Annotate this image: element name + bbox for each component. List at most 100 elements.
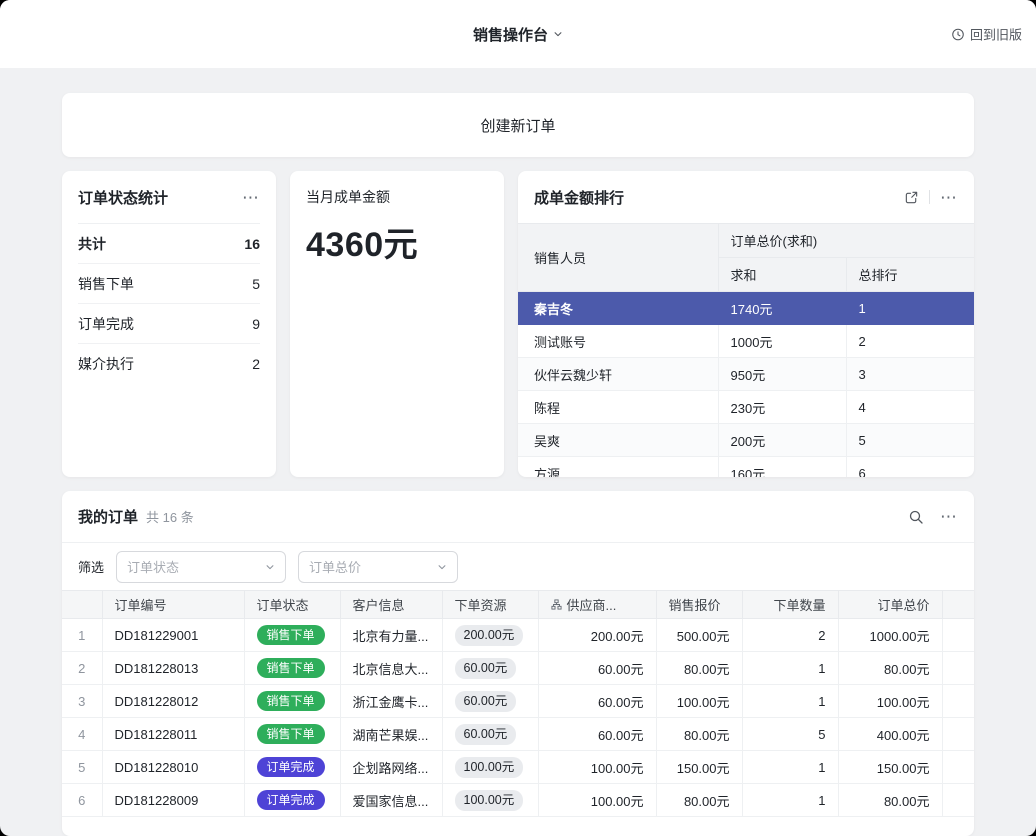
workspace-switcher[interactable]: 销售操作台 bbox=[473, 24, 563, 45]
rank-row[interactable]: 测试账号 1000元 2 bbox=[518, 325, 974, 358]
rank-person: 吴爽 bbox=[518, 424, 718, 457]
qty-cell: 2 bbox=[742, 619, 838, 652]
total-cell: 1000.00元 bbox=[838, 619, 942, 652]
quote-cell: 80.00元 bbox=[656, 784, 742, 817]
rank-sum: 950元 bbox=[718, 358, 846, 391]
row-number: 1 bbox=[62, 619, 102, 652]
rank-row[interactable]: 吴爽 200元 5 bbox=[518, 424, 974, 457]
supplier-cell: 60.00元 bbox=[538, 718, 656, 751]
row-number: 5 bbox=[62, 751, 102, 784]
rank-row[interactable]: 伙伴云魏少轩 950元 3 bbox=[518, 358, 974, 391]
rank-sum: 1000元 bbox=[718, 325, 846, 358]
stat-row[interactable]: 销售下单 5 bbox=[78, 264, 260, 304]
resource-cell: 60.00元 bbox=[442, 652, 538, 685]
order-status-filter-placeholder: 订单状态 bbox=[127, 557, 179, 576]
my-orders-card: 我的订单 共 16 条 ⋯ 筛选 订单状态 订单总价 bbox=[62, 491, 974, 836]
open-in-new-icon[interactable] bbox=[904, 190, 919, 205]
qty-cell: 5 bbox=[742, 718, 838, 751]
total-cell: 80.00元 bbox=[838, 784, 942, 817]
qty-cell: 1 bbox=[742, 685, 838, 718]
total-cell: 400.00元 bbox=[838, 718, 942, 751]
ranking-table: 销售人员 订单总价(求和) 求和 总排行 秦吉冬 1740元 1 bbox=[518, 223, 974, 477]
ranking-title: 成单金额排行 bbox=[534, 187, 624, 208]
supplier-cell: 200.00元 bbox=[538, 619, 656, 652]
total-cell: 80.00元 bbox=[838, 652, 942, 685]
resource-chip: 60.00元 bbox=[455, 658, 517, 679]
rank-row[interactable]: 陈程 230元 4 bbox=[518, 391, 974, 424]
status-cell: 销售下单 bbox=[244, 652, 340, 685]
status-cell: 销售下单 bbox=[244, 718, 340, 751]
rank-sum: 230元 bbox=[718, 391, 846, 424]
rank-person: 测试账号 bbox=[518, 325, 718, 358]
stats-row: 订单状态统计 ⋯ 共计 16 销售下单 5 订单完成 9 bbox=[62, 171, 974, 477]
col-header-supplier: 供应商... bbox=[538, 591, 656, 619]
order-row[interactable]: 2 DD181228013 销售下单 北京信息大... 60.00元 60.00… bbox=[62, 652, 974, 685]
my-orders-title: 我的订单 bbox=[78, 506, 138, 527]
stat-row[interactable]: 订单完成 9 bbox=[78, 304, 260, 344]
customer-cell: 浙江金鹰卡... bbox=[340, 685, 442, 718]
col-header-sum: 求和 bbox=[718, 258, 846, 292]
quote-cell: 80.00元 bbox=[656, 652, 742, 685]
order-row[interactable]: 5 DD181228010 订单完成 企划路网络... 100.00元 100.… bbox=[62, 751, 974, 784]
quote-cell: 80.00元 bbox=[656, 718, 742, 751]
order-row[interactable]: 1 DD181229001 销售下单 北京有力量... 200.00元 200.… bbox=[62, 619, 974, 652]
stat-row-total[interactable]: 共计 16 bbox=[78, 224, 260, 264]
stat-value: 5 bbox=[252, 276, 260, 292]
supplier-cell: 60.00元 bbox=[538, 685, 656, 718]
back-to-old-version-link[interactable]: 回到旧版 bbox=[951, 25, 1022, 44]
status-cell: 订单完成 bbox=[244, 784, 340, 817]
month-amount-card: 当月成单金额 4360元 bbox=[290, 171, 504, 477]
supplier-cell: 60.00元 bbox=[538, 652, 656, 685]
col-header-qty: 下单数量 bbox=[742, 591, 838, 619]
order-status-stats-title: 订单状态统计 bbox=[78, 187, 168, 208]
rank-row[interactable]: 秦吉冬 1740元 1 bbox=[518, 292, 974, 325]
stub-cell bbox=[942, 652, 974, 685]
supplier-cell: 100.00元 bbox=[538, 751, 656, 784]
stat-label: 媒介执行 bbox=[78, 354, 134, 374]
col-header-customer: 客户信息 bbox=[340, 591, 442, 619]
col-header-quote: 销售报价 bbox=[656, 591, 742, 619]
rank-row[interactable]: 方源 160元 6 bbox=[518, 457, 974, 478]
back-to-old-version-label: 回到旧版 bbox=[970, 25, 1022, 44]
more-menu-icon[interactable]: ⋯ bbox=[940, 508, 958, 525]
resource-chip: 60.00元 bbox=[455, 724, 517, 745]
top-bar: 销售操作台 回到旧版 bbox=[0, 0, 1036, 68]
dashboard-content: 创建新订单 订单状态统计 ⋯ 共计 16 销售下单 5 bbox=[0, 68, 1036, 836]
order-row[interactable]: 6 DD181228009 订单完成 爱国家信息... 100.00元 100.… bbox=[62, 784, 974, 817]
rank-sum: 1740元 bbox=[718, 292, 846, 325]
resource-chip: 100.00元 bbox=[455, 790, 524, 811]
restore-icon bbox=[951, 27, 965, 41]
chevron-down-icon bbox=[437, 562, 447, 572]
resource-cell: 100.00元 bbox=[442, 784, 538, 817]
stub-cell bbox=[942, 685, 974, 718]
filter-bar: 筛选 订单状态 订单总价 bbox=[62, 543, 974, 590]
stub-cell bbox=[942, 751, 974, 784]
stat-row[interactable]: 媒介执行 2 bbox=[78, 344, 260, 384]
order-row[interactable]: 4 DD181228011 销售下单 湖南芒果娱... 60.00元 60.00… bbox=[62, 718, 974, 751]
status-cell: 订单完成 bbox=[244, 751, 340, 784]
more-menu-icon[interactable]: ⋯ bbox=[242, 189, 260, 206]
orders-table: 订单编号 订单状态 客户信息 下单资源 供应商... 销售报价 下单数量 订单 bbox=[62, 590, 974, 817]
row-number: 3 bbox=[62, 685, 102, 718]
rank-position: 1 bbox=[846, 292, 974, 325]
col-header-stub bbox=[942, 591, 974, 619]
resource-cell: 60.00元 bbox=[442, 685, 538, 718]
supplier-cell: 100.00元 bbox=[538, 784, 656, 817]
rank-person: 伙伴云魏少轩 bbox=[518, 358, 718, 391]
rank-position: 5 bbox=[846, 424, 974, 457]
rank-person: 方源 bbox=[518, 457, 718, 478]
order-row[interactable]: 3 DD181228012 销售下单 浙江金鹰卡... 60.00元 60.00… bbox=[62, 685, 974, 718]
order-status-filter-select[interactable]: 订单状态 bbox=[116, 551, 286, 583]
month-amount-title: 当月成单金额 bbox=[306, 187, 488, 207]
stat-value: 16 bbox=[244, 236, 260, 252]
create-new-order-button[interactable]: 创建新订单 bbox=[62, 93, 974, 157]
col-header-resource: 下单资源 bbox=[442, 591, 538, 619]
orders-header-row: 订单编号 订单状态 客户信息 下单资源 供应商... 销售报价 下单数量 订单 bbox=[62, 591, 974, 619]
col-header-row-number bbox=[62, 591, 102, 619]
search-icon[interactable] bbox=[908, 509, 924, 525]
deal-amount-ranking-card: 成单金额排行 ⋯ 销售人员 订单总价(求和) bbox=[518, 171, 974, 477]
col-header-order-total-group: 订单总价(求和) bbox=[718, 224, 974, 258]
more-menu-icon[interactable]: ⋯ bbox=[940, 189, 958, 206]
order-total-filter-select[interactable]: 订单总价 bbox=[298, 551, 458, 583]
col-header-total: 订单总价 bbox=[838, 591, 942, 619]
